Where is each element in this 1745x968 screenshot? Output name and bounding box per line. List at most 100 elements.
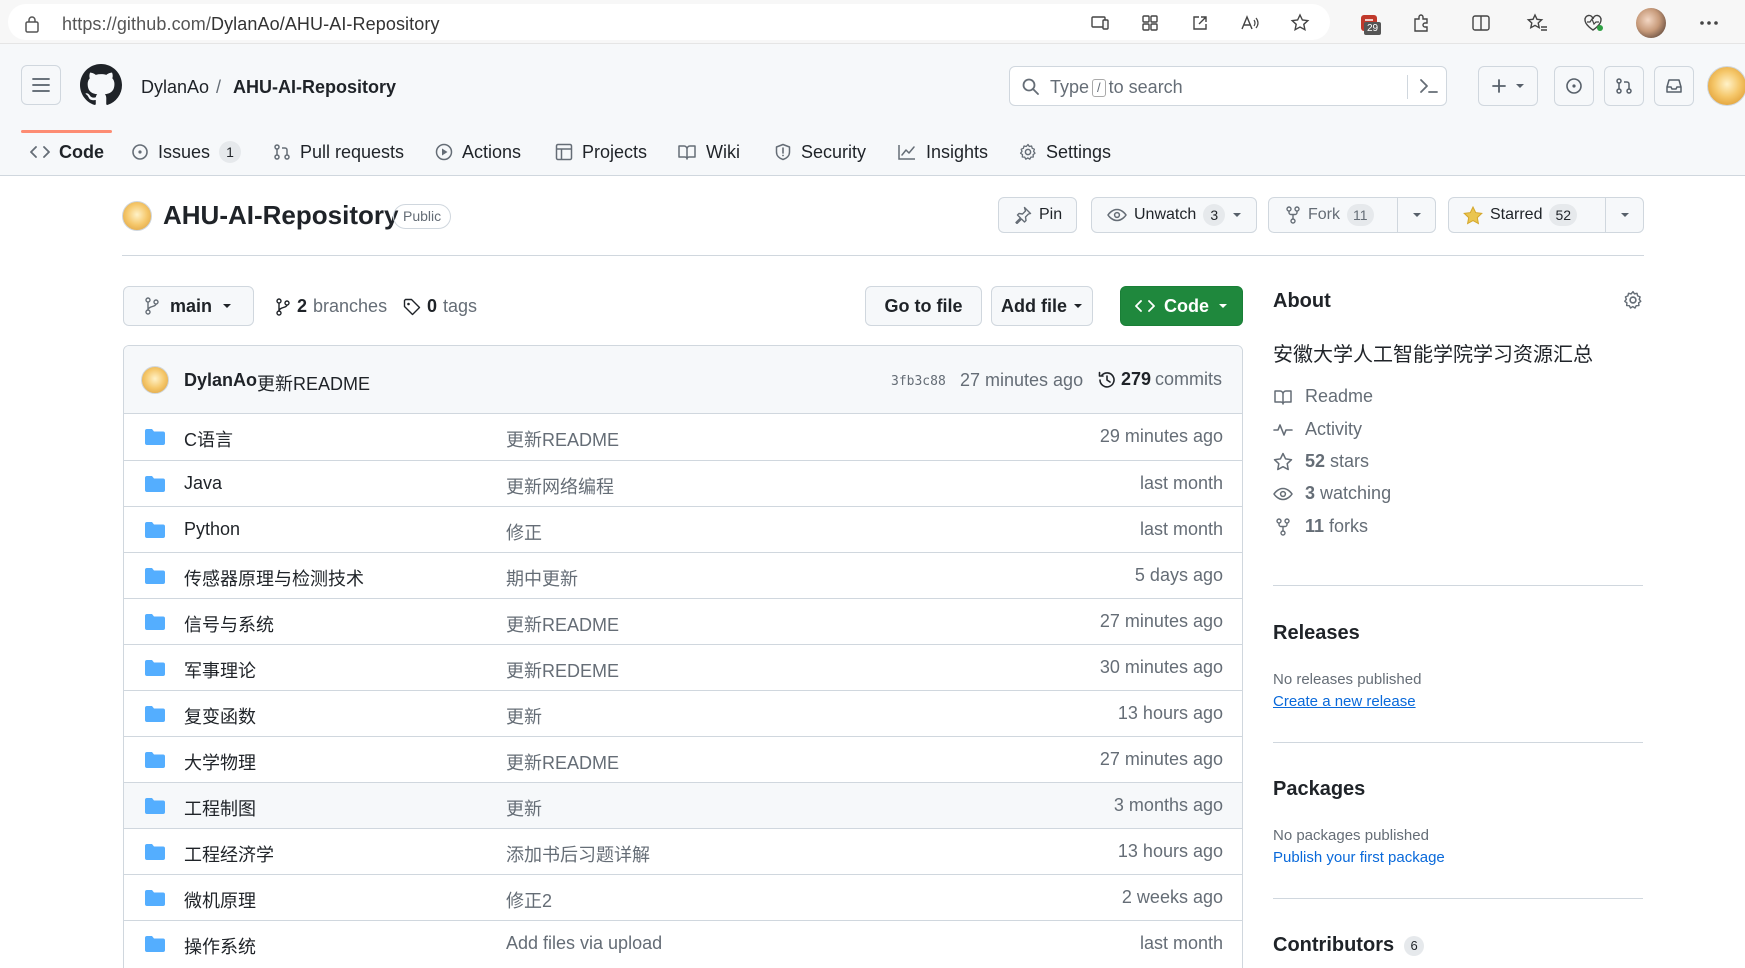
create-release-link[interactable]: Create a new release [1273, 693, 1416, 710]
file-name[interactable]: 复变函数 [184, 703, 256, 729]
tab-issues[interactable]: Issues 1 [131, 128, 242, 176]
file-name[interactable]: 传感器原理与检测技术 [184, 565, 364, 591]
table-row[interactable]: 大学物理 更新README 27 minutes ago [124, 736, 1242, 782]
browser-essentials-icon[interactable] [1580, 10, 1606, 36]
browser-profile-avatar[interactable] [1636, 8, 1666, 38]
file-commit-message[interactable]: 修正 [506, 519, 542, 545]
stars-link[interactable]: 52 stars [1273, 451, 1369, 472]
tab-pull-requests[interactable]: Pull requests [273, 128, 404, 176]
create-new-button[interactable] [1478, 66, 1538, 106]
commit-author[interactable]: DylanAo [184, 370, 257, 391]
breadcrumb-repo[interactable]: AHU-AI-Repository [233, 77, 396, 98]
go-to-file-button[interactable]: Go to file [865, 286, 982, 326]
menu-button[interactable] [21, 65, 61, 105]
branch-selector[interactable]: main [123, 286, 254, 326]
tab-projects[interactable]: Projects [555, 128, 647, 176]
tab-security[interactable]: Security [774, 128, 866, 176]
search-input[interactable]: Type / to search [1009, 66, 1447, 106]
commit-sha[interactable]: 3fb3c88 [891, 374, 946, 389]
more-options-icon[interactable] [1696, 10, 1722, 36]
favorites-icon[interactable] [1524, 10, 1550, 36]
file-name[interactable]: 大学物理 [184, 749, 256, 775]
publish-package-link[interactable]: Publish your first package [1273, 849, 1445, 866]
star-dropdown[interactable] [1605, 198, 1643, 232]
app-available-icon[interactable] [1087, 10, 1113, 36]
extensions-puzzle-icon[interactable] [1408, 10, 1434, 36]
file-commit-message[interactable]: 期中更新 [506, 565, 578, 591]
issues-button[interactable] [1554, 66, 1594, 106]
file-name[interactable]: Python [184, 519, 240, 540]
table-row[interactable]: 复变函数 更新 13 hours ago [124, 690, 1242, 736]
table-row[interactable]: Python 修正 last month [124, 506, 1242, 552]
branches-link[interactable]: 2 branches [275, 296, 387, 317]
tab-settings[interactable]: Settings [1019, 128, 1111, 176]
file-commit-message[interactable]: 更新README [506, 426, 619, 452]
tab-actions[interactable]: Actions [435, 128, 521, 176]
packages-title[interactable]: Packages [1273, 778, 1365, 801]
watching-link[interactable]: 3 watching [1273, 483, 1391, 504]
tags-link[interactable]: 0 tags [403, 296, 477, 317]
file-commit-message[interactable]: 更新网络编程 [506, 473, 614, 499]
file-commit-message[interactable]: 修正2 [506, 887, 552, 913]
file-name[interactable]: Java [184, 473, 222, 494]
code-button[interactable]: Code [1120, 286, 1243, 326]
activity-link[interactable]: Activity [1273, 419, 1362, 440]
user-avatar[interactable] [1707, 66, 1745, 106]
tab-wiki[interactable]: Wiki [677, 128, 740, 176]
pin-button[interactable]: Pin [998, 197, 1077, 233]
tab-code[interactable]: Code [30, 128, 104, 176]
commit-message[interactable]: 更新README [257, 370, 370, 396]
watch-button[interactable]: Unwatch 3 [1091, 197, 1257, 233]
open-external-icon[interactable] [1187, 10, 1213, 36]
repo-title[interactable]: AHU-AI-Repository [163, 200, 398, 231]
file-commit-message[interactable]: 添加书后习题详解 [506, 841, 650, 867]
file-name[interactable]: 操作系统 [184, 933, 256, 959]
url-text[interactable]: https://github.com/DylanAo/AHU-AI-Reposi… [62, 14, 440, 35]
file-commit-message[interactable]: 更新README [506, 611, 619, 637]
file-commit-message[interactable]: 更新README [506, 749, 619, 775]
file-name[interactable]: 信号与系统 [184, 611, 274, 637]
table-row[interactable]: 传感器原理与检测技术 期中更新 5 days ago [124, 552, 1242, 598]
read-aloud-icon[interactable] [1237, 10, 1263, 36]
favorite-star-icon[interactable] [1287, 10, 1313, 36]
add-file-button[interactable]: Add file [991, 286, 1093, 326]
address-bar[interactable]: https://github.com/DylanAo/AHU-AI-Reposi… [8, 4, 1330, 40]
table-row[interactable]: 工程制图 更新 3 months ago [124, 782, 1242, 828]
inbox-button[interactable] [1654, 66, 1694, 106]
contributors-header[interactable]: Contributors 6 [1273, 934, 1425, 957]
table-row[interactable]: 工程经济学 添加书后习题详解 13 hours ago [124, 828, 1242, 874]
file-name[interactable]: 军事理论 [184, 657, 256, 683]
file-name[interactable]: 微机原理 [184, 887, 256, 913]
file-name[interactable]: 工程经济学 [184, 841, 274, 867]
table-row[interactable]: 军事理论 更新REDEME 30 minutes ago [124, 644, 1242, 690]
split-screen-icon[interactable] [1468, 10, 1494, 36]
tab-insights[interactable]: Insights [897, 128, 988, 176]
table-row[interactable]: 操作系统 Add files via upload last month [124, 920, 1242, 966]
forks-link[interactable]: 11 forks [1273, 516, 1368, 537]
table-row[interactable]: 信号与系统 更新README 27 minutes ago [124, 598, 1242, 644]
table-row[interactable]: 微机原理 修正2 2 weeks ago [124, 874, 1242, 920]
table-row[interactable]: Java 更新网络编程 last month [124, 460, 1242, 506]
star-button[interactable]: Starred 52 [1448, 197, 1644, 233]
fork-button[interactable]: Fork 11 [1268, 197, 1436, 233]
file-commit-message[interactable]: Add files via upload [506, 933, 662, 954]
repo-owner-avatar[interactable] [122, 201, 152, 231]
file-commit-message[interactable]: 更新REDEME [506, 657, 619, 683]
fork-dropdown[interactable] [1397, 198, 1435, 232]
file-commit-message[interactable]: 更新 [506, 795, 542, 821]
command-palette-icon[interactable] [1419, 77, 1439, 95]
github-logo-icon[interactable] [80, 64, 122, 106]
releases-title[interactable]: Releases [1273, 622, 1360, 645]
file-name[interactable]: 工程制图 [184, 795, 256, 821]
breadcrumb-owner[interactable]: DylanAo [141, 77, 209, 98]
apps-grid-icon[interactable] [1137, 10, 1163, 36]
pull-requests-button[interactable] [1604, 66, 1644, 106]
commit-author-avatar[interactable] [141, 366, 169, 394]
lock-icon[interactable] [24, 15, 40, 33]
commits-link[interactable]: 279 commits [1097, 369, 1222, 390]
table-row[interactable]: C语言 更新README 29 minutes ago [124, 414, 1242, 460]
readme-link[interactable]: Readme [1273, 386, 1373, 407]
file-commit-message[interactable]: 更新 [506, 703, 542, 729]
gear-icon[interactable] [1623, 290, 1643, 310]
file-name[interactable]: C语言 [184, 426, 233, 452]
